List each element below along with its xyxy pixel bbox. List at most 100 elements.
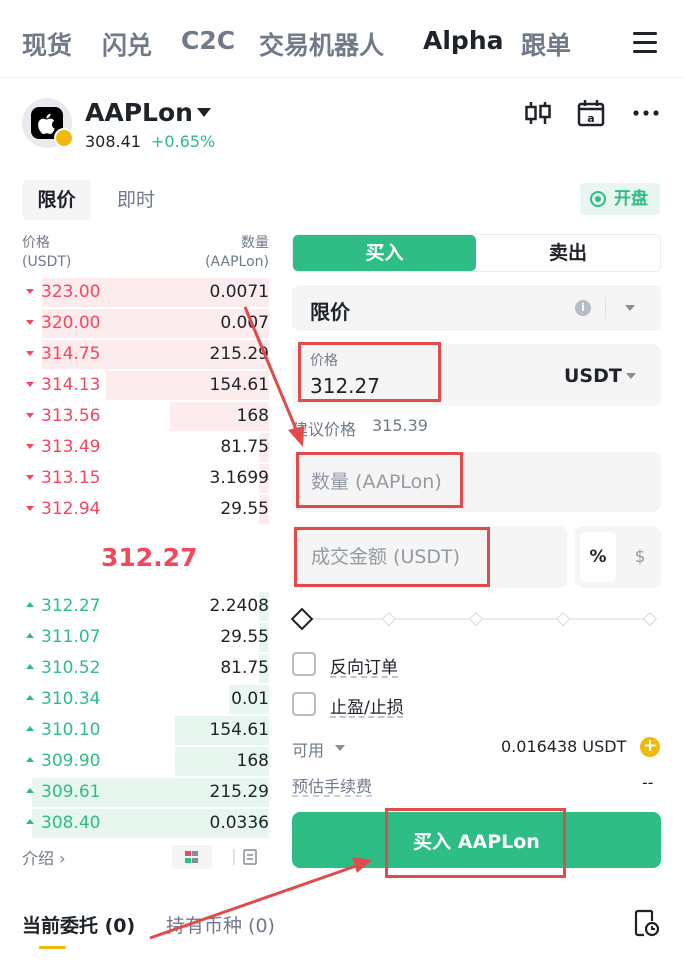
- bid-row[interactable]: 309.90 168: [22, 746, 269, 777]
- row-quantity: 215.29: [209, 344, 269, 364]
- orderbook-price-header: 价格 (USDT): [22, 234, 71, 272]
- order-type-select[interactable]: 限价 i: [292, 285, 661, 331]
- row-quantity: 168: [236, 406, 269, 426]
- token-symbol[interactable]: AAPLon: [85, 98, 193, 127]
- submit-buy-button[interactable]: 买入 AAPLon: [292, 812, 661, 868]
- row-quantity: 215.29: [209, 782, 269, 802]
- order-history-icon[interactable]: [634, 909, 660, 937]
- available-label[interactable]: 可用: [292, 737, 324, 761]
- row-price: 310.34: [41, 689, 101, 709]
- orderbook-list-icon: [233, 849, 257, 865]
- info-icon[interactable]: i: [575, 300, 591, 316]
- calendar-icon[interactable]: a: [576, 98, 606, 128]
- more-icon[interactable]: [631, 98, 661, 128]
- bid-row[interactable]: 312.27 2.2408: [22, 591, 269, 622]
- top-nav: 现货 闪兑 C2C 交易机器人 Alpha 跟单: [0, 0, 684, 78]
- row-price: 309.61: [41, 782, 101, 802]
- tab-open-orders[interactable]: 当前委托 (0): [22, 911, 135, 938]
- tab-instant-order[interactable]: 即时: [117, 180, 155, 220]
- slider-node-50[interactable]: [468, 611, 484, 627]
- bid-row[interactable]: 309.61 215.29: [22, 777, 269, 808]
- orderbook-mid-price[interactable]: 312.27: [101, 543, 197, 572]
- tpsl-checkbox[interactable]: [292, 692, 316, 716]
- row-quantity: 3.1699: [209, 468, 269, 488]
- hamburger-menu-icon[interactable]: [633, 32, 657, 54]
- row-price: 312.27: [41, 596, 101, 616]
- nav-tab-alpha[interactable]: Alpha: [423, 26, 503, 55]
- bnb-badge-icon: [54, 128, 74, 148]
- row-price: 320.00: [41, 313, 101, 333]
- buy-tab[interactable]: 买入: [293, 235, 476, 271]
- qty-unit-label: (AAPLon): [205, 254, 269, 270]
- chevron-down-icon[interactable]: [335, 745, 345, 751]
- bid-row[interactable]: 310.52 81.75: [22, 653, 269, 684]
- deposit-plus-icon[interactable]: +: [640, 737, 660, 757]
- row-price: 309.90: [41, 751, 101, 771]
- divider: [605, 297, 606, 319]
- ask-row[interactable]: 313.15 3.1699: [22, 463, 269, 494]
- status-dot-icon: [590, 191, 606, 207]
- chevron-down-icon[interactable]: [625, 305, 635, 311]
- reverse-order-label[interactable]: 反向订单: [330, 653, 398, 678]
- triangle-up-icon: [26, 757, 34, 762]
- slider-node-100[interactable]: [642, 611, 658, 627]
- triangle-down-icon: [26, 413, 34, 418]
- candlestick-icon[interactable]: [523, 98, 553, 128]
- token-last-price: 308.41: [85, 132, 141, 151]
- price-field[interactable]: 价格 312.27 USDT: [292, 344, 661, 406]
- row-price: 313.56: [41, 406, 101, 426]
- triangle-up-icon: [26, 602, 34, 607]
- ask-row[interactable]: 323.00 0.0071: [22, 277, 269, 308]
- suggested-price-label[interactable]: 建议价格: [292, 416, 356, 440]
- nav-tab-copy-trading[interactable]: 跟单: [521, 26, 571, 62]
- triangle-up-icon: [26, 664, 34, 669]
- tpsl-label[interactable]: 止盈/止损: [330, 693, 404, 718]
- amount-field[interactable]: [292, 526, 567, 588]
- slider-node-25[interactable]: [381, 611, 397, 627]
- token-logo: [22, 98, 74, 148]
- chevron-down-icon[interactable]: [626, 373, 636, 379]
- estimated-fee-value: --: [642, 773, 654, 792]
- triangle-up-icon: [26, 726, 34, 731]
- ask-row[interactable]: 312.94 29.55: [22, 494, 269, 525]
- chevron-down-icon[interactable]: [197, 108, 211, 117]
- row-quantity: 29.55: [220, 499, 269, 519]
- tab-limit-order[interactable]: 限价: [22, 180, 91, 220]
- triangle-down-icon: [26, 382, 34, 387]
- dollar-toggle[interactable]: $: [625, 532, 655, 582]
- bid-row[interactable]: 308.40 0.0336: [22, 808, 269, 839]
- nav-tab-convert[interactable]: 闪兑: [102, 26, 152, 62]
- bid-row[interactable]: 310.10 154.61: [22, 715, 269, 746]
- nav-tab-c2c[interactable]: C2C: [181, 26, 235, 55]
- ask-row[interactable]: 320.00 0.007: [22, 308, 269, 339]
- quantity-field[interactable]: [292, 452, 661, 512]
- slider-handle[interactable]: [290, 607, 314, 631]
- nav-tab-spot[interactable]: 现货: [22, 26, 72, 62]
- estimated-fee-label[interactable]: 预估手续费: [292, 773, 372, 797]
- bid-row[interactable]: 310.34 0.01: [22, 684, 269, 715]
- ask-row[interactable]: 313.49 81.75: [22, 432, 269, 463]
- ask-row[interactable]: 314.75 215.29: [22, 339, 269, 370]
- quantity-input[interactable]: [292, 452, 661, 512]
- nav-tab-trading-bots[interactable]: 交易机器人: [259, 26, 384, 62]
- orderbook-view-list-button[interactable]: [230, 845, 270, 869]
- percent-toggle[interactable]: %: [580, 532, 616, 582]
- svg-text:a: a: [587, 112, 594, 125]
- row-quantity: 81.75: [220, 658, 269, 678]
- row-price: 313.15: [41, 468, 101, 488]
- ask-row[interactable]: 314.13 154.61: [22, 370, 269, 401]
- bid-row[interactable]: 311.07 29.55: [22, 622, 269, 653]
- triangle-down-icon: [26, 444, 34, 449]
- price-field-value[interactable]: 312.27: [310, 374, 380, 398]
- row-price: 313.49: [41, 437, 101, 457]
- price-unit-select[interactable]: USDT: [564, 365, 622, 387]
- sell-tab[interactable]: 卖出: [476, 235, 660, 271]
- slider-node-75[interactable]: [555, 611, 571, 627]
- intro-link[interactable]: 介绍 ›: [22, 845, 66, 869]
- active-tab-indicator: [39, 946, 66, 949]
- orderbook-view-both-button[interactable]: [172, 845, 212, 869]
- amount-input[interactable]: [292, 526, 567, 588]
- tab-holdings[interactable]: 持有币种 (0): [166, 911, 275, 938]
- reverse-order-checkbox[interactable]: [292, 652, 316, 676]
- ask-row[interactable]: 313.56 168: [22, 401, 269, 432]
